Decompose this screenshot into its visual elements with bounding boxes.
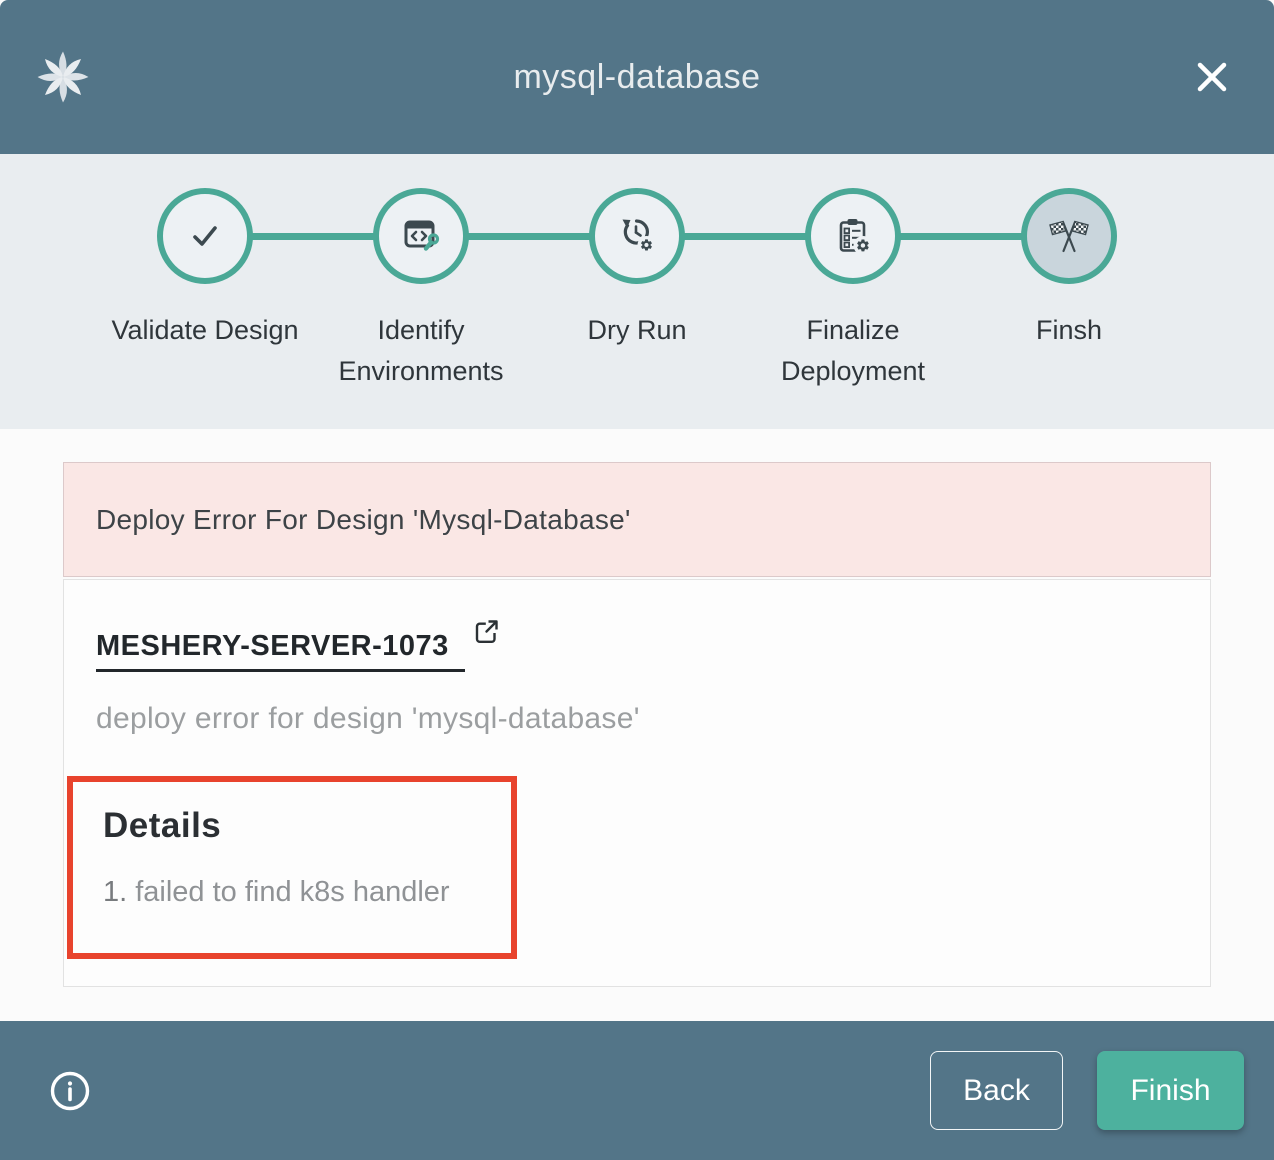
details-highlight-box: Details 1.failed to find k8s handler <box>67 776 517 959</box>
error-code-link[interactable]: MESHERY-SERVER-1073 <box>96 630 465 672</box>
step-finalize-deployment: Finalize Deployment <box>745 188 961 391</box>
step-circle-completed <box>157 188 253 284</box>
step-label: Identify Environments <box>326 310 516 391</box>
back-button[interactable]: Back <box>930 1051 1063 1130</box>
modal-footer: Back Finish <box>0 1021 1274 1160</box>
alert-title: Deploy Error For Design 'Mysql-Database' <box>96 504 631 536</box>
details-title: Details <box>103 806 511 846</box>
step-dry-run: Dry Run <box>529 188 745 391</box>
error-summary: deploy error for design 'mysql-database' <box>96 702 1178 736</box>
info-button[interactable] <box>48 1069 92 1113</box>
detail-item-number: 1. <box>103 876 127 908</box>
finalize-deployment-icon <box>831 214 875 258</box>
step-label: Validate Design <box>111 310 298 351</box>
step-validate-design: Validate Design <box>97 188 313 391</box>
external-link-icon[interactable] <box>473 618 500 645</box>
deploy-error-alert: Deploy Error For Design 'Mysql-Database' <box>63 462 1211 577</box>
modal-content: Deploy Error For Design 'Mysql-Database'… <box>0 429 1274 1021</box>
step-label: Finsh <box>1036 310 1102 351</box>
close-button[interactable] <box>1190 55 1234 99</box>
close-icon <box>1193 58 1231 96</box>
code-wrench-icon <box>399 214 443 258</box>
step-finish: Finsh <box>961 188 1177 391</box>
detail-item-text: failed to find k8s handler <box>135 876 449 908</box>
dry-run-icon <box>615 214 659 258</box>
info-icon <box>49 1070 91 1112</box>
modal-header: mysql-database <box>0 0 1274 154</box>
finish-button[interactable]: Finish <box>1097 1051 1244 1130</box>
error-code-row: MESHERY-SERVER-1073 <box>96 630 1178 672</box>
check-icon <box>183 214 227 258</box>
deployment-stepper: Validate Design Identify Environments <box>0 154 1274 429</box>
finish-flags-icon <box>1046 213 1092 259</box>
step-identify-environments: Identify Environments <box>313 188 529 391</box>
step-label: Finalize Deployment <box>758 310 948 391</box>
step-label: Dry Run <box>587 310 686 351</box>
detail-list-item: 1.failed to find k8s handler <box>103 876 511 909</box>
modal-title: mysql-database <box>0 58 1274 97</box>
deployment-wizard-modal: mysql-database Validate Design <box>0 0 1274 1160</box>
error-detail-panel: MESHERY-SERVER-1073 deploy error for des… <box>63 579 1211 987</box>
step-circle-active <box>1021 188 1117 284</box>
